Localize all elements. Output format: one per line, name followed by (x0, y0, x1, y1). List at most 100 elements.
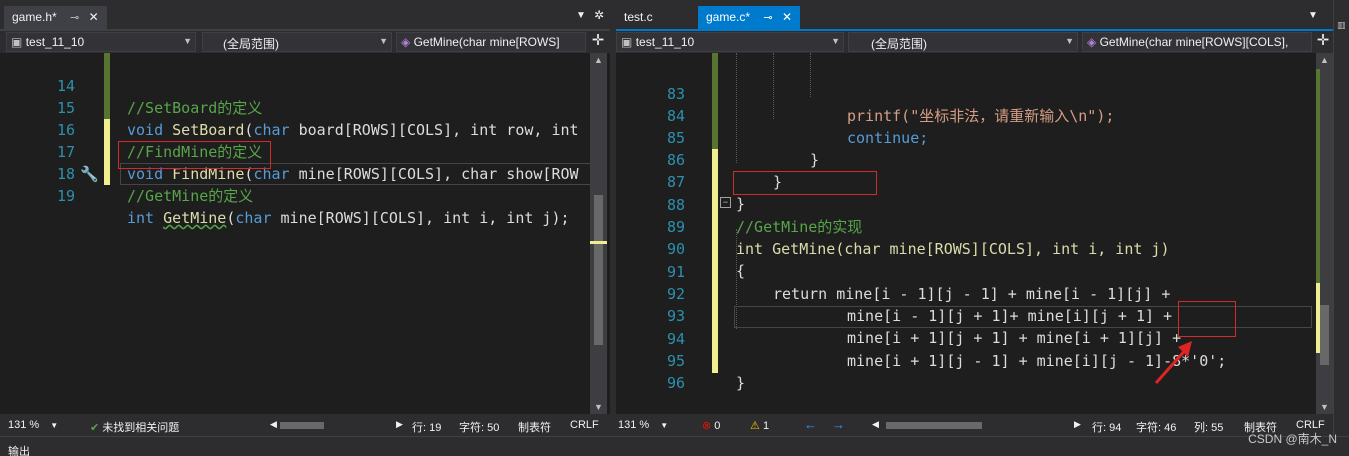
tab-overflow-icon[interactable]: ▼ (576, 10, 586, 21)
line-indicator[interactable]: 行: 19 (412, 419, 441, 435)
left-statusbar: 131 % ▼ ✔ 未找到相关问题 ◀ ▶ 行: 19 字符: 50 制表符 C… (0, 414, 610, 436)
member-dropdown[interactable]: ◈ GetMine(char mine[ROWS] (396, 32, 586, 52)
code-comment: //GetMine的定义 (127, 187, 254, 205)
output-panel-label: 输出 (8, 446, 30, 456)
code-line: 17 void FindMine(char mine[ROWS][COLS], … (0, 119, 610, 183)
scroll-left-icon[interactable]: ◀ (872, 419, 879, 430)
scroll-marker (1316, 69, 1320, 309)
error-count[interactable]: ⊗ 0 (702, 419, 720, 432)
right-navbar: ▣ test_11_10 ▼ (全局范围) ▼ ◈ GetMine(char m… (616, 31, 1333, 53)
chevron-down-icon: ▼ (660, 421, 669, 430)
code-line: 86 } (616, 127, 1333, 191)
tab-game-c[interactable]: game.c* ⊸ ✕ (698, 6, 800, 30)
tab-game-h[interactable]: game.h* ⊸ ✕ (4, 6, 107, 30)
line-indicator[interactable]: 行: 94 (1092, 419, 1121, 435)
project-icon: ▣ (11, 35, 23, 49)
scroll-up-icon[interactable]: ▲ (594, 55, 603, 65)
scroll-marker (590, 241, 607, 244)
pin-icon[interactable]: ⊸ (763, 11, 772, 24)
code-line: 87 } (616, 149, 1333, 213)
code-line: 85 } (616, 105, 1333, 169)
code-line: 19 int GetMine(char mine[ROWS][COLS], in… (0, 163, 610, 227)
line-number: 19 (56, 187, 75, 205)
chevron-down-icon: ▼ (50, 421, 59, 430)
close-icon[interactable]: ✕ (782, 10, 792, 24)
scroll-thumb[interactable] (594, 195, 603, 345)
right-hscroll-thumb[interactable] (886, 422, 982, 429)
nav-back-icon[interactable]: ← (804, 417, 817, 432)
project-dropdown[interactable]: ▣ test_11_10 ▼ (6, 32, 196, 52)
nav-forward-icon[interactable]: → (832, 417, 845, 432)
side-panel-strip[interactable]: ▥ (1333, 0, 1349, 436)
annotation-box (118, 141, 271, 169)
side-panel-icon[interactable]: ▥ (1337, 20, 1346, 31)
code-line: 91 return mine[i - 1][j - 1] + mine[i - … (616, 239, 1333, 303)
scroll-down-icon[interactable]: ▼ (594, 402, 603, 412)
scope-dropdown[interactable]: (全局范围) ▼ (202, 32, 392, 52)
pin-icon[interactable]: ⊸ (70, 11, 79, 24)
char-indicator[interactable]: 字符: 50 (459, 419, 499, 435)
close-icon[interactable]: ✕ (89, 10, 99, 24)
left-editor[interactable]: 🔧 14 //SetBoard的定义 15 void SetBoard(char… (0, 53, 610, 414)
annotation-box-comment (733, 171, 877, 195)
chevron-down-icon: ▼ (1065, 36, 1074, 46)
scroll-down-icon[interactable]: ▼ (1320, 402, 1329, 412)
split-plus-icon[interactable]: ✛ (590, 33, 606, 51)
settings-gear-icon[interactable]: ✲ (594, 8, 604, 22)
code-line: 16 //FindMine的定义 (0, 97, 610, 161)
right-vscrollbar[interactable]: ▲ ▼ (1316, 53, 1333, 414)
left-vscrollbar[interactable]: ▲ ▼ (590, 53, 607, 414)
member-dropdown[interactable]: ◈ GetMine(char mine[ROWS][COLS], (1082, 32, 1312, 52)
issues-indicator[interactable]: ✔ 未找到相关问题 (90, 419, 179, 435)
scroll-right-icon[interactable]: ▶ (1074, 419, 1081, 430)
error-icon: ⊗ (702, 420, 712, 432)
left-navbar: ▣ test_11_10 ▼ (全局范围) ▼ ◈ GetMine(char m… (0, 31, 610, 53)
warning-count[interactable]: ⚠ 1 (750, 419, 769, 432)
chevron-down-icon: ▼ (183, 36, 192, 46)
chevron-down-icon: ▼ (379, 36, 388, 46)
scroll-right-icon[interactable]: ▶ (396, 419, 403, 430)
check-circle-icon: ✔ (90, 422, 100, 434)
project-icon: ▣ (621, 35, 633, 49)
left-tabbar: game.h* ⊸ ✕ ▼ ✲ (0, 0, 610, 31)
right-statusbar: 131 % ▼ ⊗ 0 ⚠ 1 ← → ◀ ▶ 行: 94 字符: 46 列: … (616, 414, 1349, 436)
zoom-dropdown[interactable]: 131 % ▼ (618, 419, 668, 431)
chevron-down-icon: ▼ (831, 36, 840, 46)
code-line: 18 //GetMine的定义 (0, 141, 610, 205)
left-hscroll-thumb[interactable] (280, 422, 324, 429)
code-line: 14 //SetBoard的定义 (0, 53, 610, 117)
scroll-left-icon[interactable]: ◀ (270, 419, 277, 430)
char-indicator[interactable]: 字符: 46 (1136, 419, 1176, 435)
code-line: 84 continue; (616, 83, 1333, 147)
tab-test-c[interactable]: test.c (616, 6, 661, 30)
tab-overflow-icon[interactable]: ▼ (1308, 10, 1318, 21)
tabs-indicator[interactable]: 制表符 (518, 419, 551, 435)
right-tabbar: test.c game.c* ⊸ ✕ ▼ (616, 0, 1349, 31)
right-editor[interactable]: − 83 printf("坐标非法，请重新输入\n"); 84 continue… (616, 53, 1333, 414)
line-number: 96 (666, 374, 685, 392)
scope-dropdown[interactable]: (全局范围) ▼ (848, 32, 1078, 52)
method-icon: ◈ (401, 35, 411, 49)
zoom-dropdown[interactable]: 131 % ▼ (8, 419, 58, 431)
eol-indicator[interactable]: CRLF (570, 419, 599, 431)
code-text: int GetMine(char mine[ROWS][COLS], int i… (127, 209, 570, 227)
watermark: CSDN @南木_N (1248, 432, 1337, 446)
scroll-up-icon[interactable]: ▲ (1320, 55, 1329, 65)
code-line: 15 void SetBoard(char board[ROWS][COLS],… (0, 75, 610, 139)
warning-icon: ⚠ (750, 420, 760, 432)
code-line: 92 mine[i - 1][j + 1]+ mine[i][j + 1] + (616, 261, 1333, 325)
code-line: 89 int GetMine(char mine[ROWS][COLS], in… (616, 194, 1333, 258)
annotation-arrow-icon (1154, 341, 1192, 384)
scroll-thumb[interactable] (1320, 305, 1329, 365)
code-line: 90 { (616, 216, 1333, 280)
output-panel-header[interactable]: 输出 (0, 436, 1349, 456)
code-line: 83 printf("坐标非法，请重新输入\n"); (616, 61, 1333, 125)
column-indicator[interactable]: 列: 55 (1194, 419, 1223, 435)
code-line: 88 //GetMine的实现 (616, 172, 1333, 236)
split-plus-icon[interactable]: ✛ (1315, 33, 1331, 51)
tab-label: game.h* (12, 10, 57, 24)
code-text: } (736, 374, 746, 392)
project-dropdown[interactable]: ▣ test_11_10 ▼ (616, 32, 844, 52)
annotation-box-offset (1178, 301, 1236, 337)
method-icon: ◈ (1087, 35, 1097, 49)
